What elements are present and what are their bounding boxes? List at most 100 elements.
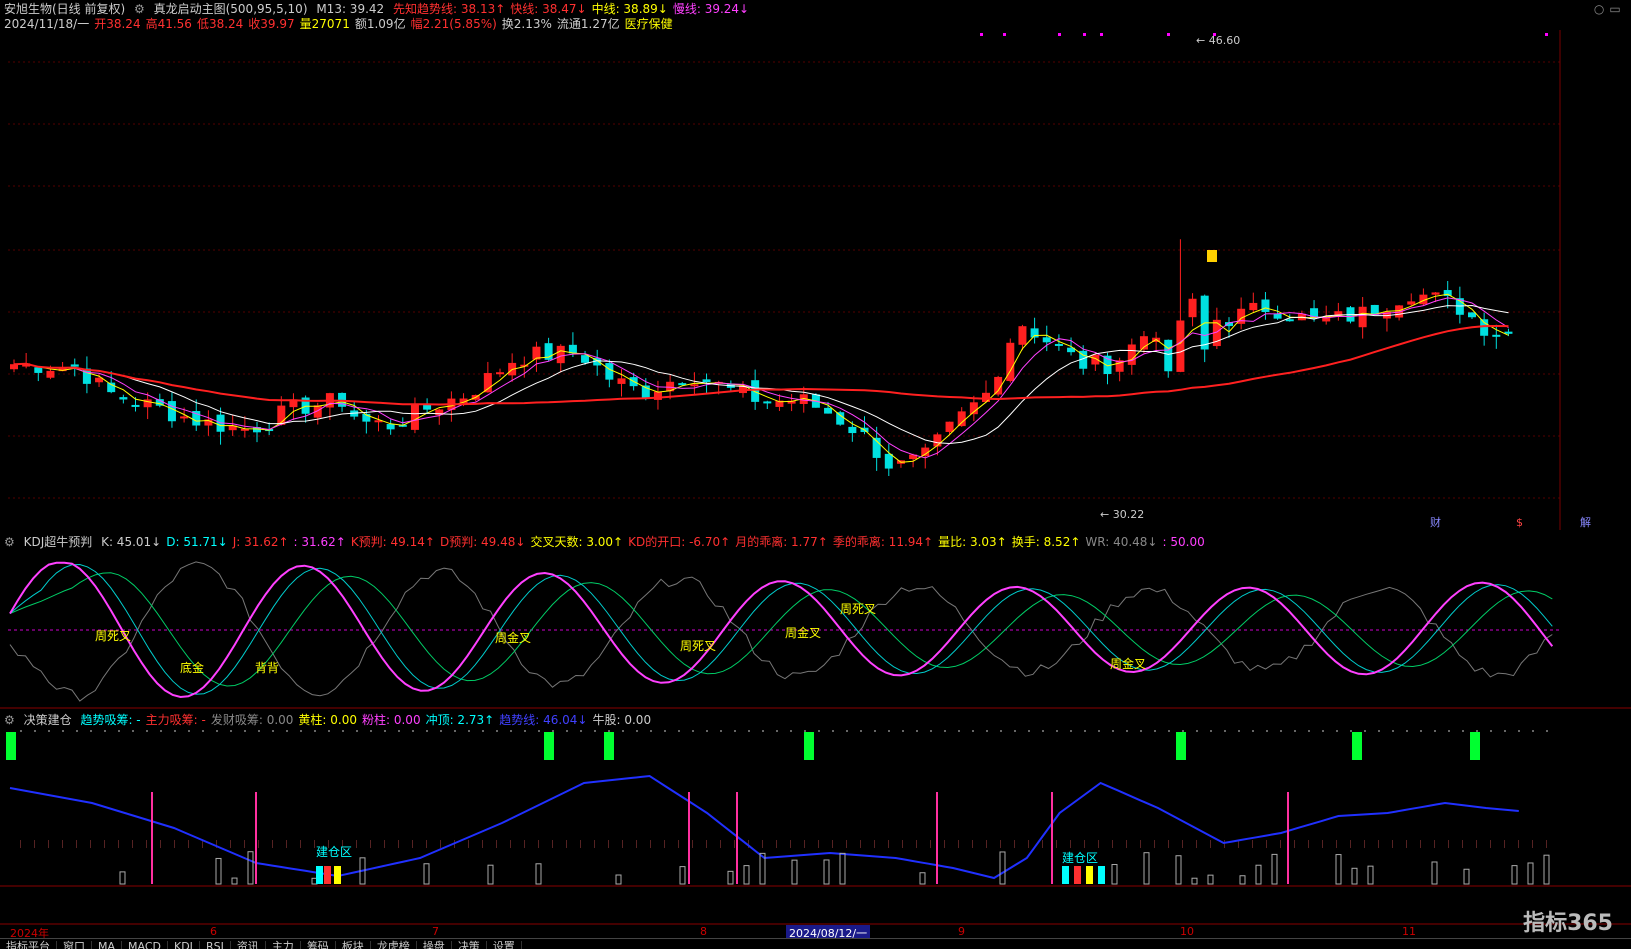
candle-body (702, 379, 711, 383)
tick-row (594, 840, 595, 848)
tick-row (1280, 840, 1281, 848)
tick-row (972, 840, 973, 848)
candle-body (180, 416, 189, 419)
dot-row (1546, 730, 1548, 732)
dot-row (594, 730, 596, 732)
dot-row (146, 730, 148, 732)
candle-body (1261, 299, 1270, 313)
signal-bar (604, 732, 614, 760)
candle-body (1188, 298, 1197, 318)
dot-row (650, 730, 652, 732)
candle-body (751, 380, 760, 402)
volume-bar (1367, 865, 1374, 885)
dot-row (1210, 730, 1212, 732)
tick-row (790, 840, 791, 848)
candle-body (824, 407, 833, 414)
tick-row (1462, 840, 1463, 848)
kdj-title[interactable]: KDJ超牛预判 (24, 535, 93, 549)
top-signal-dot (980, 33, 983, 36)
candle-body (46, 370, 55, 378)
dot-row (1490, 730, 1492, 732)
dot-row (608, 730, 610, 732)
event-marker: 解 (1580, 515, 1591, 529)
dot-row (1182, 730, 1184, 732)
dot-row (916, 730, 918, 732)
dot-row (510, 730, 512, 732)
candle-body (1127, 344, 1136, 365)
dot-row (202, 730, 204, 732)
tick-row (48, 840, 49, 848)
tick-row (608, 840, 609, 848)
decision-value-5: 冲顶: 2.73↑ (425, 713, 495, 727)
kdj-value-9: 季的乖离: 11.94↑ (832, 535, 934, 549)
tick-row (1028, 840, 1029, 848)
volume-bar (1511, 865, 1518, 885)
tick-row (174, 840, 175, 848)
dot-row (888, 730, 890, 732)
dot-row (776, 730, 778, 732)
decision-chart[interactable]: 建仓区 建仓区 (0, 728, 1631, 928)
dot-row (1448, 730, 1450, 732)
volume-bar (1335, 854, 1342, 885)
kdj-value-13: : 50.00 (1162, 535, 1205, 549)
dot-row (1364, 730, 1366, 732)
dot-row (118, 730, 120, 732)
dot-row (48, 730, 50, 732)
volume-bar (1143, 852, 1150, 885)
volume-bar (1431, 861, 1438, 885)
tick-row (1182, 840, 1183, 848)
tick-row (1070, 840, 1071, 848)
kdj-value-6: 交叉天数: 3.00↑ (530, 535, 624, 549)
decision-title[interactable]: 决策建仓 (24, 713, 72, 727)
candle-body (690, 384, 699, 387)
decision-value-0: 趋势吸筹: - (80, 713, 141, 727)
tick-row (1518, 840, 1519, 848)
candle-body (1322, 318, 1331, 322)
tick-row (1252, 840, 1253, 848)
price-chart[interactable]: ← 46.60 ← 30.22 财 $ 解 (0, 0, 1631, 530)
dot-row (1378, 730, 1380, 732)
dot-row (1518, 730, 1520, 732)
kdj-settings-icon[interactable]: ⚙ (4, 535, 15, 549)
dot-row (216, 730, 218, 732)
tick-row (1196, 840, 1197, 848)
dot-row (468, 730, 470, 732)
tick-row (762, 840, 763, 848)
candle-body (884, 453, 893, 469)
tick-row (664, 840, 665, 848)
tick-row (1532, 840, 1533, 848)
dot-row (972, 730, 974, 732)
decision-settings-icon[interactable]: ⚙ (4, 713, 15, 727)
k-line (9, 563, 1553, 695)
dot-row (20, 730, 22, 732)
tick-row (832, 840, 833, 848)
candle-body (119, 397, 128, 400)
kdj-signal-label: 周金叉 (495, 630, 531, 645)
dot-row (720, 730, 722, 732)
dot-row (1308, 730, 1310, 732)
dot-row (1000, 730, 1002, 732)
candle-body (605, 363, 614, 380)
candle-body (167, 401, 176, 422)
candle-body (1285, 319, 1294, 322)
decision-value-3: 黄柱: 0.00 (298, 713, 357, 727)
top-signal-dot (1083, 33, 1086, 36)
tick-row (846, 840, 847, 848)
tick-row (804, 840, 805, 848)
dot-row (482, 730, 484, 732)
tick-row (580, 840, 581, 848)
tick-row (1112, 840, 1113, 848)
tick-row (384, 840, 385, 848)
x-axis-label: 11 (1402, 925, 1416, 938)
kdj-value-3: : 31.62↑ (293, 535, 346, 549)
tick-row (1154, 840, 1155, 848)
volume-bar (1351, 867, 1358, 885)
dot-row (384, 730, 386, 732)
fast-ma-line (13, 293, 1509, 463)
candle-body (933, 434, 942, 447)
candle-body (1358, 306, 1367, 328)
dot-row (230, 730, 232, 732)
kdj-signal-label: 周金叉 (785, 625, 821, 640)
dot-row (1154, 730, 1156, 732)
kdj-chart[interactable]: 周死叉底金 背背周金叉周死叉周金叉周死叉周金叉 (0, 550, 1631, 710)
